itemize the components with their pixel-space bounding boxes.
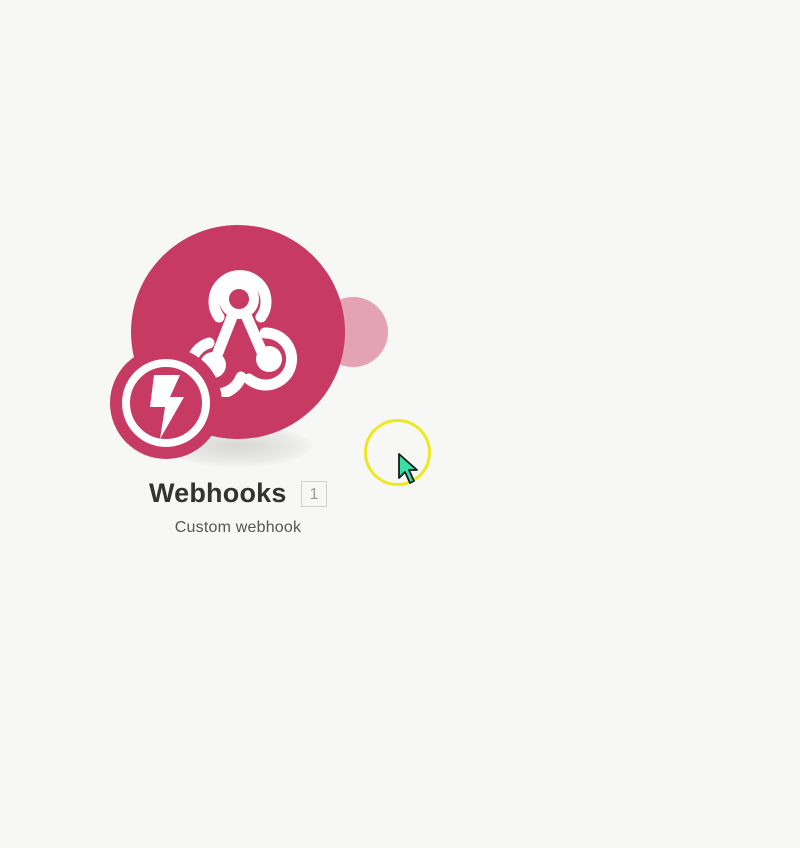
mouse-pointer-icon (398, 453, 418, 484)
scenario-canvas[interactable]: Webhooks 1 Custom webhook (0, 0, 800, 848)
webhooks-module[interactable]: Webhooks 1 Custom webhook (100, 220, 400, 550)
module-subtitle: Custom webhook (174, 519, 302, 536)
module-id-badge: 1 (301, 480, 328, 507)
module-title-row: Webhooks 1 (100, 478, 376, 509)
trigger-badge[interactable] (110, 347, 222, 459)
lightning-bolt-icon (122, 359, 210, 447)
module-title[interactable]: Webhooks (149, 478, 287, 509)
